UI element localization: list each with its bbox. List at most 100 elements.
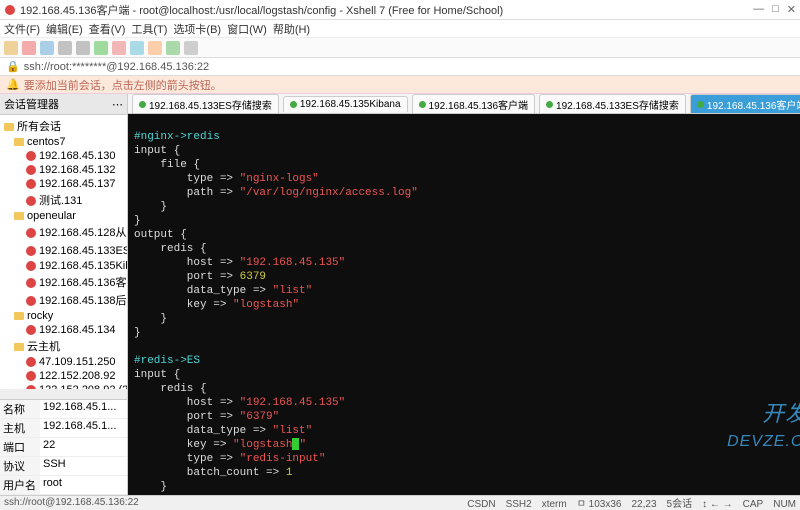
- terminal-line: path => "/var/log/nginx/access.log": [134, 186, 800, 200]
- terminal-line: host => "192.168.45.135": [134, 256, 800, 270]
- tab-item[interactable]: 192.168.45.136客户端: [690, 94, 800, 114]
- prop-key: 名称: [0, 400, 40, 418]
- status-item: NUM: [773, 499, 796, 510]
- close-button[interactable]: ✕: [787, 3, 796, 16]
- status-item: CSDN: [467, 499, 495, 510]
- menu-item[interactable]: 文件(F): [4, 21, 40, 37]
- warning-text: 要添加当前会话，点击左侧的箭头按钮。: [24, 77, 222, 93]
- status-item: 5会话: [667, 499, 693, 510]
- prop-key: 端口: [0, 438, 40, 456]
- session-tree[interactable]: 所有会话centos7192.168.45.130192.168.45.1321…: [0, 115, 127, 389]
- tree-session[interactable]: 测试.131: [0, 191, 127, 209]
- tree-session[interactable]: 192.168.45.128从: [0, 223, 127, 241]
- bell-icon: 🔔: [6, 78, 20, 91]
- menu-bar: 文件(F) 编辑(E) 查看(V) 工具(T) 选项卡(B) 窗口(W) 帮助(H): [0, 20, 800, 38]
- menu-item[interactable]: 编辑(E): [46, 21, 83, 37]
- terminal-line: data_type => "list": [134, 284, 800, 298]
- minimize-button[interactable]: —: [753, 3, 764, 16]
- toolbar: [0, 38, 800, 58]
- prop-value: 192.168.45.1...: [40, 400, 127, 418]
- transfer-icon[interactable]: [148, 41, 162, 55]
- tab-label: 192.168.45.133ES存储搜索: [556, 97, 679, 112]
- terminal-line: input {: [134, 144, 800, 158]
- status-item: CAP: [743, 499, 764, 510]
- status-item: 22,23: [632, 499, 657, 510]
- status-bar: ssh://root@192.168.45.136:22 CSDNSSH2xte…: [0, 495, 800, 509]
- property-grid: 名称192.168.45.1...主机192.168.45.1...端口22协议…: [0, 399, 127, 495]
- session-manager: 会话管理器 ⋯ 所有会话centos7192.168.45.130192.168…: [0, 94, 128, 495]
- status-address: ssh://root@192.168.45.136:22: [4, 497, 139, 508]
- terminal-line: port => "6379": [134, 410, 800, 424]
- terminal-line: #nginx->redis: [134, 130, 800, 144]
- tab-label: 192.168.45.136客户端: [707, 97, 800, 112]
- menu-item[interactable]: 查看(V): [89, 21, 126, 37]
- open-icon[interactable]: [22, 41, 36, 55]
- tab-label: 192.168.45.135Kibana: [300, 99, 401, 110]
- scrollbar[interactable]: [0, 389, 127, 399]
- tab-item[interactable]: 192.168.45.136客户端: [412, 94, 536, 114]
- reconnect-icon[interactable]: [130, 41, 144, 55]
- app-icon: [4, 4, 16, 16]
- tree-folder[interactable]: centos7: [0, 135, 127, 149]
- menu-item[interactable]: 帮助(H): [273, 21, 310, 37]
- prop-value: 192.168.45.1...: [40, 419, 127, 437]
- menu-item[interactable]: 窗口(W): [227, 21, 267, 37]
- sidebar-title: 会话管理器: [4, 96, 59, 112]
- terminal-line: batch_count => 1: [134, 466, 800, 480]
- copy-icon[interactable]: [58, 41, 72, 55]
- tree-session[interactable]: 192.168.45.138后端1: [0, 291, 127, 309]
- warning-bar: 🔔 要添加当前会话，点击左侧的箭头按钮。: [0, 76, 800, 94]
- address-text: ssh://root:********@192.168.45.136:22: [24, 61, 209, 73]
- tab-item[interactable]: 192.168.45.135Kibana: [283, 96, 408, 112]
- paste-icon[interactable]: [76, 41, 90, 55]
- tree-session[interactable]: 192.168.45.133ES存储搜: [0, 241, 127, 259]
- tree-session[interactable]: 47.109.151.250: [0, 355, 127, 369]
- menu-item[interactable]: 选项卡(B): [173, 21, 221, 37]
- tab-label: 192.168.45.133ES存储搜索: [149, 97, 272, 112]
- terminal-line: file {: [134, 158, 800, 172]
- tab-item[interactable]: 192.168.45.133ES存储搜索: [539, 94, 686, 114]
- tree-folder[interactable]: rocky: [0, 309, 127, 323]
- tree-session[interactable]: 192.168.45.134: [0, 323, 127, 337]
- prop-value: SSH: [40, 457, 127, 475]
- tree-root[interactable]: 所有会话: [0, 117, 127, 135]
- terminal-line: output {: [134, 228, 800, 242]
- tab-bar: 192.168.45.133ES存储搜索 192.168.45.135Kibana…: [128, 94, 800, 114]
- address-bar[interactable]: 🔒 ssh://root:********@192.168.45.136:22: [0, 58, 800, 76]
- tab-label: 192.168.45.136客户端: [429, 97, 529, 112]
- tree-folder[interactable]: openeular: [0, 209, 127, 223]
- terminal-line: host => "192.168.45.135": [134, 396, 800, 410]
- tree-folder[interactable]: 云主机: [0, 337, 127, 355]
- terminal-line: }: [134, 480, 800, 494]
- prop-value: root: [40, 476, 127, 494]
- terminal-line: }: [134, 326, 800, 340]
- status-item: ㅁ 103x36: [577, 499, 622, 510]
- disconnect-icon[interactable]: [112, 41, 126, 55]
- status-dot-icon: [290, 101, 297, 108]
- tree-session[interactable]: 192.168.45.132: [0, 163, 127, 177]
- terminal-line: }: [134, 214, 800, 228]
- settings-icon[interactable]: [166, 41, 180, 55]
- tree-session[interactable]: 192.168.45.137: [0, 177, 127, 191]
- status-item: SSH2: [506, 499, 532, 510]
- menu-item[interactable]: 工具(T): [131, 21, 167, 37]
- sidebar-options-icon[interactable]: ⋯: [112, 98, 123, 111]
- maximize-button[interactable]: □: [772, 3, 779, 16]
- terminal-line: key => "logstash": [134, 438, 800, 452]
- terminal[interactable]: #nginx->redisinput { file { type => "ngi…: [128, 114, 800, 495]
- tree-session[interactable]: 192.168.45.135Kibana: [0, 259, 127, 273]
- terminal-line: }: [134, 200, 800, 214]
- save-icon[interactable]: [40, 41, 54, 55]
- tree-session[interactable]: 122.152.208.92: [0, 369, 127, 383]
- find-icon[interactable]: [94, 41, 108, 55]
- tab-item[interactable]: 192.168.45.133ES存储搜索: [132, 94, 279, 114]
- prop-key: 协议: [0, 457, 40, 475]
- terminal-line: type => "redis-input": [134, 452, 800, 466]
- new-icon[interactable]: [4, 41, 18, 55]
- status-dot-icon: [419, 101, 426, 108]
- tree-session[interactable]: 192.168.45.136客户端: [0, 273, 127, 291]
- lock-icon: 🔒: [6, 60, 20, 73]
- tree-session[interactable]: 192.168.45.130: [0, 149, 127, 163]
- tool-icon[interactable]: [184, 41, 198, 55]
- terminal-line: data_type => "list": [134, 424, 800, 438]
